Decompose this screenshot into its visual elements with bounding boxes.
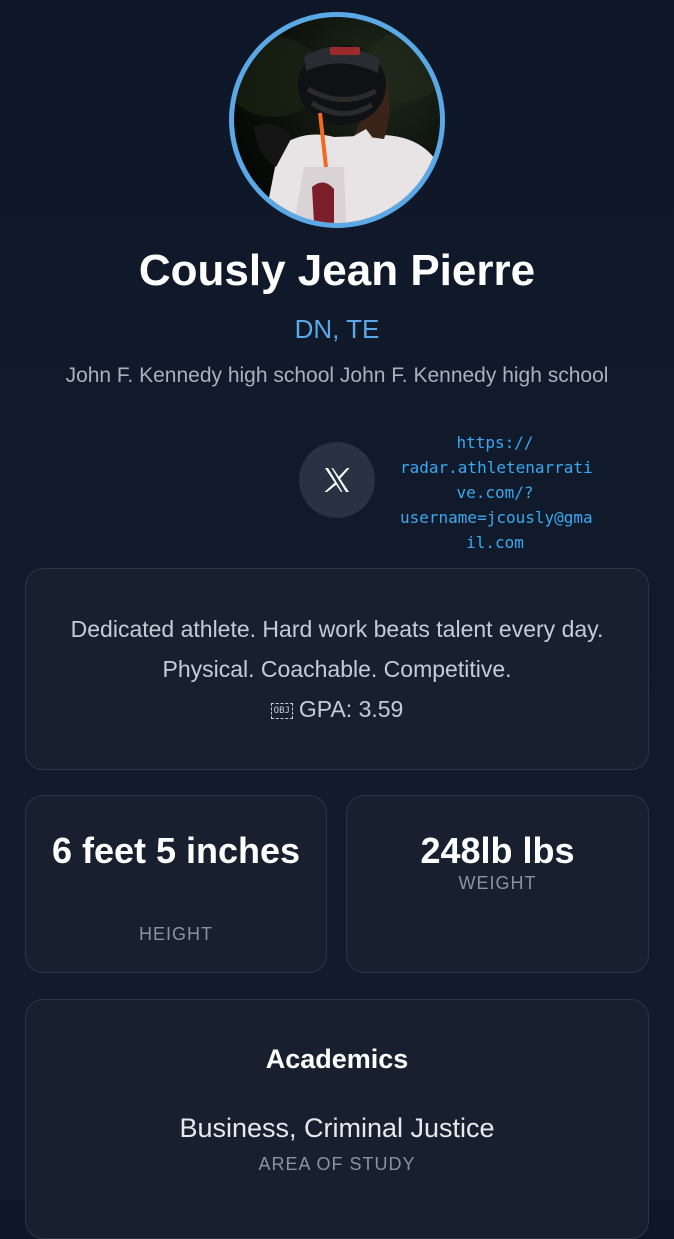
- weight-label: WEIGHT: [458, 873, 537, 893]
- height-card: 6 feet 5 inches HEIGHT: [25, 795, 327, 973]
- height-value: 6 feet 5 inches: [51, 830, 301, 871]
- academics-title: Academics: [265, 1044, 409, 1074]
- area-of-study-value: Business, Criminal Justice: [179, 1113, 495, 1143]
- athlete-positions: DN, TE: [294, 314, 380, 344]
- bio-text: Dedicated athlete. Hard work beats talen…: [70, 616, 604, 682]
- avatar: [229, 12, 445, 228]
- bio-text-block: Dedicated athlete. Hard work beats talen…: [50, 609, 624, 729]
- weight-card: 248lb lbs WEIGHT: [346, 795, 649, 973]
- weight-value: 248lb lbs: [420, 830, 575, 871]
- athlete-school: John F. Kennedy high school John F. Kenn…: [65, 364, 609, 387]
- gpa-text: GPA: 3.59: [298, 696, 404, 722]
- profile-link[interactable]: https:// radar.athletenarrati ve.com/? u…: [400, 430, 593, 555]
- avatar-photo: [234, 17, 440, 223]
- area-of-study-label: AREA OF STUDY: [258, 1154, 416, 1174]
- academics-card: Academics Business, Criminal Justice ARE…: [25, 999, 649, 1239]
- height-label: HEIGHT: [138, 924, 213, 944]
- obj-placeholder-icon: OBJ: [270, 703, 293, 719]
- athlete-name: Cously Jean Pierre: [138, 246, 536, 295]
- x-logo-icon: [324, 468, 350, 492]
- x-social-button[interactable]: [299, 442, 375, 518]
- athlete-photo-icon: [234, 32, 440, 223]
- bio-card: Dedicated athlete. Hard work beats talen…: [25, 568, 649, 770]
